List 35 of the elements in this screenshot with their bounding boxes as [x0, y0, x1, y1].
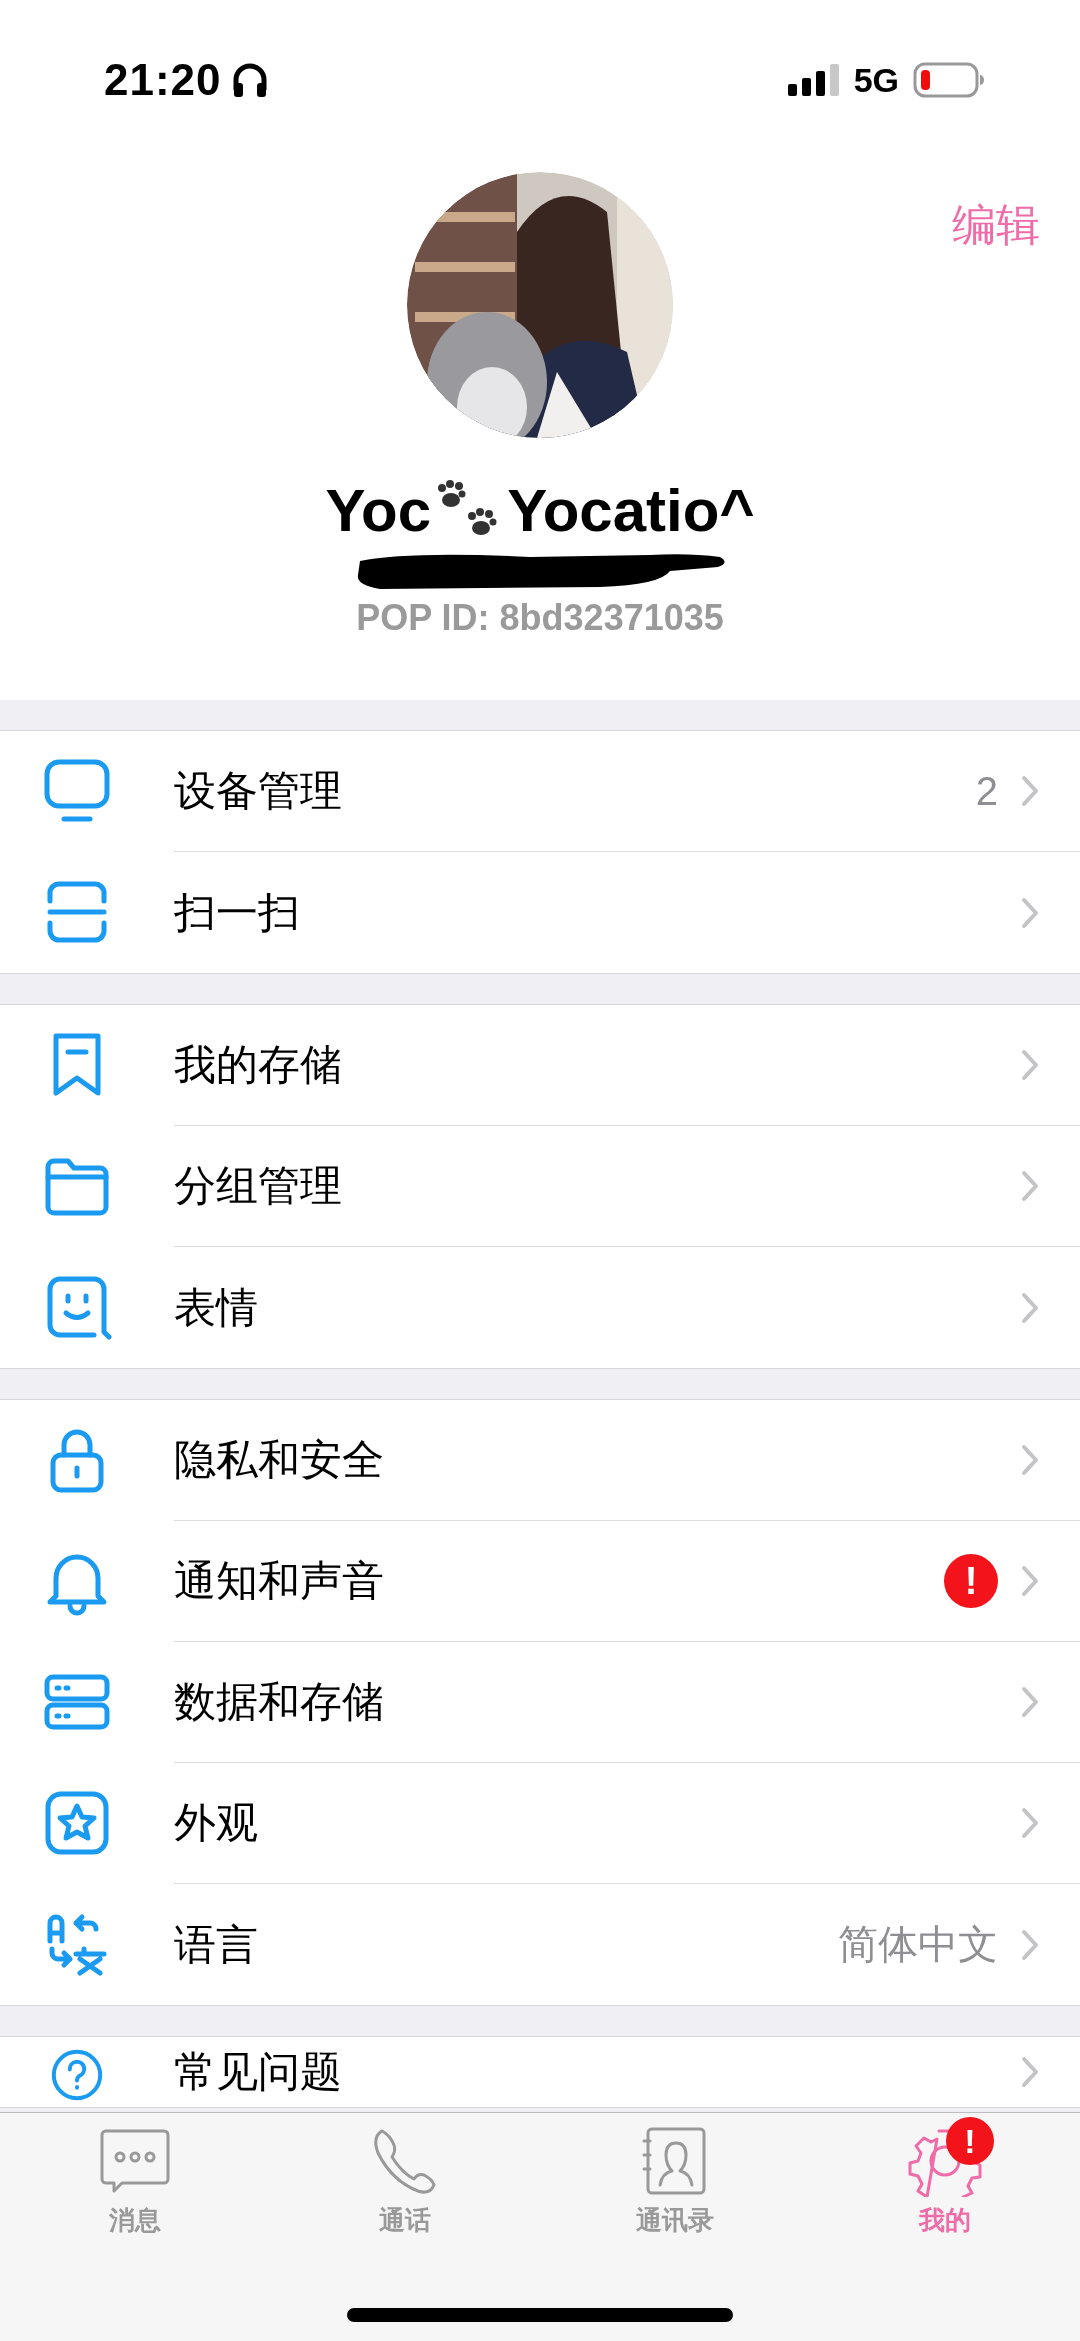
chevron-icon — [1020, 774, 1040, 808]
menu-label[interactable]: 分组管理 — [174, 1158, 342, 1214]
chevron-icon — [1020, 1169, 1040, 1203]
signal-icon — [787, 64, 840, 96]
chevron-icon — [1020, 1290, 1040, 1325]
menu-label[interactable]: 语言 — [174, 1916, 258, 1973]
chevron-icon — [1020, 1806, 1040, 1840]
chevron-icon — [1020, 2055, 1040, 2089]
pop-id: POP ID: 8bd32371035 — [356, 597, 724, 639]
menu-label[interactable]: 表情 — [174, 1279, 258, 1336]
chevron-icon — [1020, 1685, 1040, 1719]
menu-label[interactable]: 常见问题 — [174, 2044, 342, 2100]
menu-label[interactable]: 数据和存储 — [174, 1674, 384, 1730]
menu-label[interactable]: 通知和声音 — [174, 1553, 384, 1609]
user-name: Yoc — [325, 476, 432, 545]
tab[interactable]: ! 我的 — [855, 2113, 1035, 2238]
user-name: Yocatio^ — [507, 476, 755, 545]
network-label: 5G — [853, 60, 899, 100]
menu-label[interactable]: 外观 — [174, 1795, 258, 1851]
clock-time: 21:20 — [104, 55, 222, 105]
menu-label[interactable]: 隐私和安全 — [174, 1432, 384, 1488]
menu-label[interactable]: 扫一扫 — [174, 884, 300, 941]
chevron-icon — [1020, 1048, 1040, 1082]
menu-value: 简体中文 — [838, 1921, 998, 1968]
chevron-icon — [1020, 1443, 1040, 1477]
chevron-icon — [1020, 1927, 1040, 1962]
alert-badge: ! — [944, 1554, 998, 1608]
battery-icon — [913, 62, 985, 98]
chevron-icon — [1020, 895, 1040, 930]
alert-badge: ! — [946, 2117, 994, 2165]
menu-value: 2 — [975, 768, 998, 814]
menu-label[interactable]: 我的存储 — [174, 1037, 342, 1093]
chevron-icon — [1020, 1564, 1040, 1598]
menu-label[interactable]: 设备管理 — [174, 763, 342, 819]
help-icon — [49, 2047, 105, 2103]
